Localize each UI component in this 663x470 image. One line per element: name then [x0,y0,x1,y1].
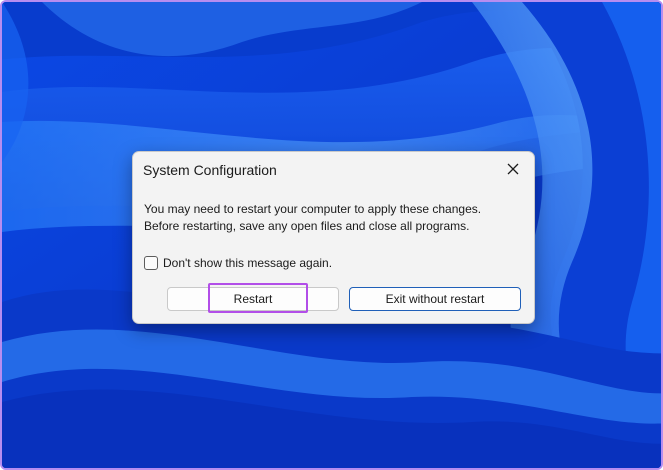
restart-button[interactable]: Restart [167,287,339,311]
system-configuration-dialog: System Configuration You may need to res… [132,151,535,324]
dont-show-again-checkbox[interactable] [144,256,158,270]
dialog-message: You may need to restart your computer to… [144,201,529,235]
close-button[interactable] [502,158,524,180]
dont-show-again-label[interactable]: Don't show this message again. [163,256,332,270]
message-line-1: You may need to restart your computer to… [144,202,482,216]
exit-without-restart-button[interactable]: Exit without restart [349,287,521,311]
message-line-2: Before restarting, save any open files a… [144,219,470,233]
close-icon [507,163,519,175]
dialog-title: System Configuration [143,162,277,178]
dont-show-again-option[interactable]: Don't show this message again. [144,254,332,272]
screenshot-frame: System Configuration You may need to res… [0,0,663,470]
